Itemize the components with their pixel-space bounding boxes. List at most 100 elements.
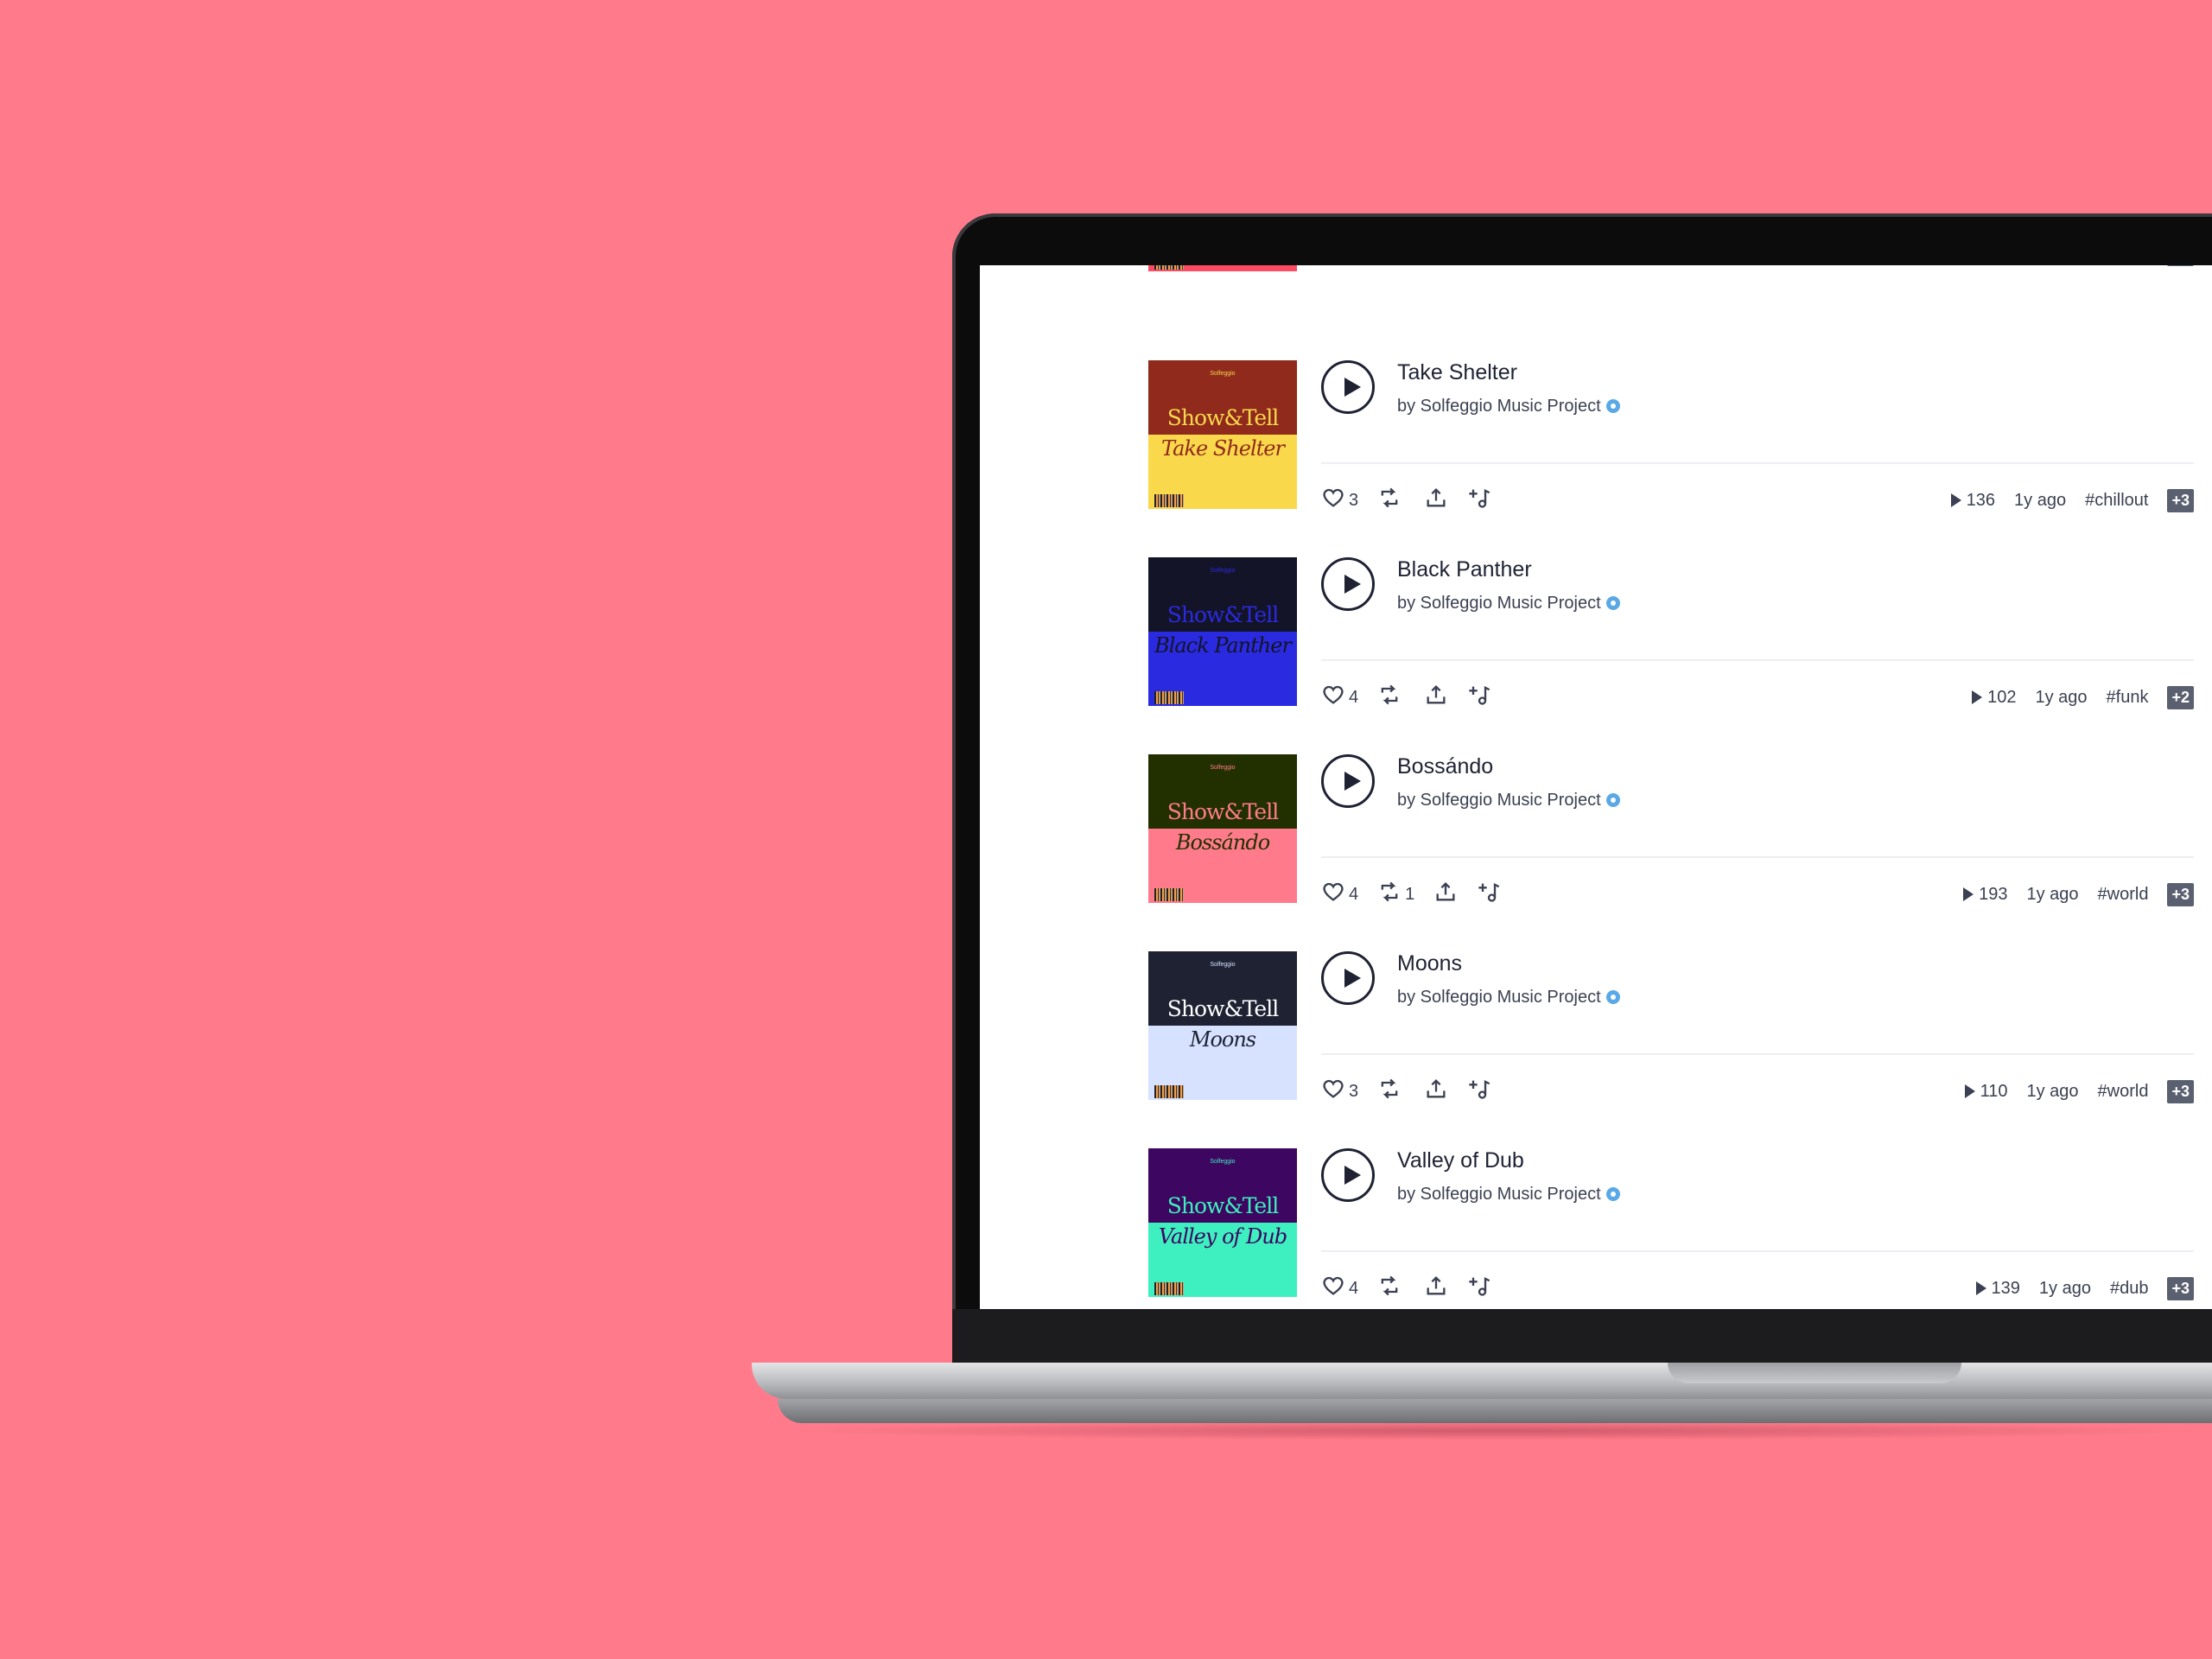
play-button[interactable]: [1321, 360, 1375, 414]
genre-tag[interactable]: #world: [2098, 885, 2149, 905]
add-to-playlist-button[interactable]: [1467, 265, 1491, 269]
like-count: 3: [1349, 1081, 1359, 1101]
track-cover-art[interactable]: [1148, 265, 1297, 271]
repost-button[interactable]: [1377, 1274, 1405, 1303]
cover-brand: Solfeggio: [1210, 568, 1236, 574]
row-divider: [1321, 1053, 2194, 1055]
track-artist-label[interactable]: by Solfeggio Music Project: [1397, 791, 1601, 810]
share-button[interactable]: [1424, 265, 1448, 269]
play-count-value: 110: [1980, 1081, 2008, 1101]
share-button[interactable]: [1424, 486, 1448, 515]
heart-icon: [1321, 1274, 1345, 1303]
cover-show-title: Show&Tell: [1166, 602, 1279, 627]
like-button[interactable]: 4: [1321, 683, 1358, 712]
laptop-screen: 2 108 1y ago #electronica +1 Solfeggio S…: [980, 265, 2212, 1309]
genre-tag[interactable]: #chillout: [2085, 491, 2148, 511]
more-tags-badge[interactable]: +3: [2167, 882, 2194, 906]
row-divider: [1321, 659, 2194, 661]
add-to-playlist-button[interactable]: [1467, 683, 1491, 712]
track-title[interactable]: Moons: [1397, 951, 1462, 976]
add-to-playlist-button[interactable]: [1477, 880, 1501, 909]
play-button[interactable]: [1321, 1148, 1375, 1202]
cover-show-title: Show&Tell: [1166, 799, 1279, 824]
cover-track-title: Moons: [1189, 1027, 1256, 1052]
play-count: 139: [1975, 1279, 2020, 1299]
track-stats: 108 1y ago #electronica +1: [1921, 265, 2194, 266]
more-tags-badge[interactable]: +3: [2167, 488, 2194, 512]
share-button[interactable]: [1433, 880, 1458, 909]
like-button[interactable]: 3: [1321, 486, 1358, 515]
play-count-icon: [1964, 1084, 1975, 1098]
play-button[interactable]: [1321, 557, 1375, 611]
track-artist[interactable]: by Solfeggio Music Project: [1397, 397, 1620, 416]
repost-button[interactable]: [1377, 486, 1405, 515]
track-cover-art[interactable]: Solfeggio Show&Tell Take Shelter: [1148, 360, 1297, 509]
track-stats: 139 1y ago #dub +3: [1975, 1276, 2194, 1300]
genre-tag[interactable]: #dub: [2110, 1279, 2149, 1299]
play-button[interactable]: [1321, 951, 1375, 1005]
add-to-playlist-button[interactable]: [1467, 486, 1491, 515]
track-title[interactable]: Bossándo: [1397, 754, 1493, 779]
track-artist[interactable]: by Solfeggio Music Project: [1397, 988, 1620, 1007]
verified-badge-icon: [1605, 596, 1620, 610]
like-button[interactable]: 3: [1321, 1077, 1358, 1106]
track-actions: 4 1: [1321, 880, 1501, 909]
repost-button[interactable]: 1: [1377, 880, 1414, 909]
track-artist-label[interactable]: by Solfeggio Music Project: [1397, 988, 1601, 1007]
repost-icon: [1377, 1274, 1402, 1303]
add-to-playlist-button[interactable]: [1467, 1077, 1491, 1106]
track-row: Solfeggio Show&Tell Take Shelter Take Sh…: [1148, 360, 2194, 512]
track-artist-label[interactable]: by Solfeggio Music Project: [1397, 594, 1601, 613]
add-to-playlist-icon: [1477, 880, 1501, 909]
share-button[interactable]: [1424, 1077, 1448, 1106]
repost-button[interactable]: [1377, 1077, 1405, 1106]
more-tags-badge[interactable]: +2: [2167, 685, 2194, 709]
cover-track-title: Black Panther: [1154, 633, 1292, 658]
cover-track-title: Take Shelter: [1161, 436, 1285, 461]
track-actions: 4: [1321, 683, 1491, 712]
share-button[interactable]: [1424, 1274, 1448, 1303]
track-cover-art[interactable]: Solfeggio Show&Tell Black Panther: [1148, 557, 1297, 706]
track-actions: 3: [1321, 1077, 1491, 1106]
cover-barcode: [1154, 494, 1184, 507]
track-cover-art[interactable]: Solfeggio Show&Tell Moons: [1148, 951, 1297, 1100]
genre-tag[interactable]: #funk: [2107, 688, 2149, 708]
genre-tag[interactable]: #world: [2098, 1082, 2149, 1102]
track-actions: 4: [1321, 1274, 1491, 1303]
more-tags-badge[interactable]: +3: [2167, 1276, 2194, 1300]
track-title[interactable]: Valley of Dub: [1397, 1148, 1524, 1173]
track-title[interactable]: Take Shelter: [1397, 360, 1517, 385]
cover-barcode: [1154, 265, 1184, 270]
track-cover-art[interactable]: Solfeggio Show&Tell Bossándo: [1148, 754, 1297, 903]
more-tags-badge[interactable]: +3: [2167, 1079, 2194, 1103]
track-artist-label[interactable]: by Solfeggio Music Project: [1397, 397, 1601, 416]
heart-icon: [1321, 1077, 1345, 1106]
cover-show-title: Show&Tell: [1166, 996, 1279, 1021]
track-row: Solfeggio Show&Tell Valley of Dub Valley…: [1148, 1148, 2194, 1303]
play-count: 102: [1972, 688, 2016, 708]
repost-button[interactable]: [1377, 683, 1405, 712]
track-artist[interactable]: by Solfeggio Music Project: [1397, 1185, 1620, 1205]
like-button[interactable]: 4: [1321, 1274, 1358, 1303]
track-artist-label[interactable]: by Solfeggio Music Project: [1397, 1185, 1601, 1204]
laptop-chin: [952, 1309, 2212, 1363]
like-button[interactable]: 2: [1321, 265, 1358, 269]
play-button[interactable]: [1321, 754, 1375, 808]
share-button[interactable]: [1424, 683, 1448, 712]
more-tags-badge[interactable]: +1: [2167, 265, 2194, 266]
play-count-icon: [1975, 1281, 1986, 1295]
add-to-playlist-button[interactable]: [1467, 1274, 1491, 1303]
cover-show-title: Show&Tell: [1166, 405, 1279, 430]
laptop-base: [752, 1363, 2212, 1399]
like-button[interactable]: 4: [1321, 880, 1358, 909]
track-cover-art[interactable]: Solfeggio Show&Tell Valley of Dub: [1148, 1148, 1297, 1297]
track-row: Solfeggio Show&Tell Black Panther Black …: [1148, 557, 2194, 712]
repost-button[interactable]: [1377, 265, 1405, 269]
track-artist[interactable]: by Solfeggio Music Project: [1397, 594, 1620, 613]
add-to-playlist-icon: [1467, 1274, 1491, 1303]
add-to-playlist-icon: [1467, 683, 1491, 712]
track-artist[interactable]: by Solfeggio Music Project: [1397, 791, 1620, 810]
track-title[interactable]: Black Panther: [1397, 557, 1532, 582]
cover-brand: Solfeggio: [1210, 962, 1236, 968]
track-row: Solfeggio Show&Tell Moons Moons by Solfe…: [1148, 951, 2194, 1106]
